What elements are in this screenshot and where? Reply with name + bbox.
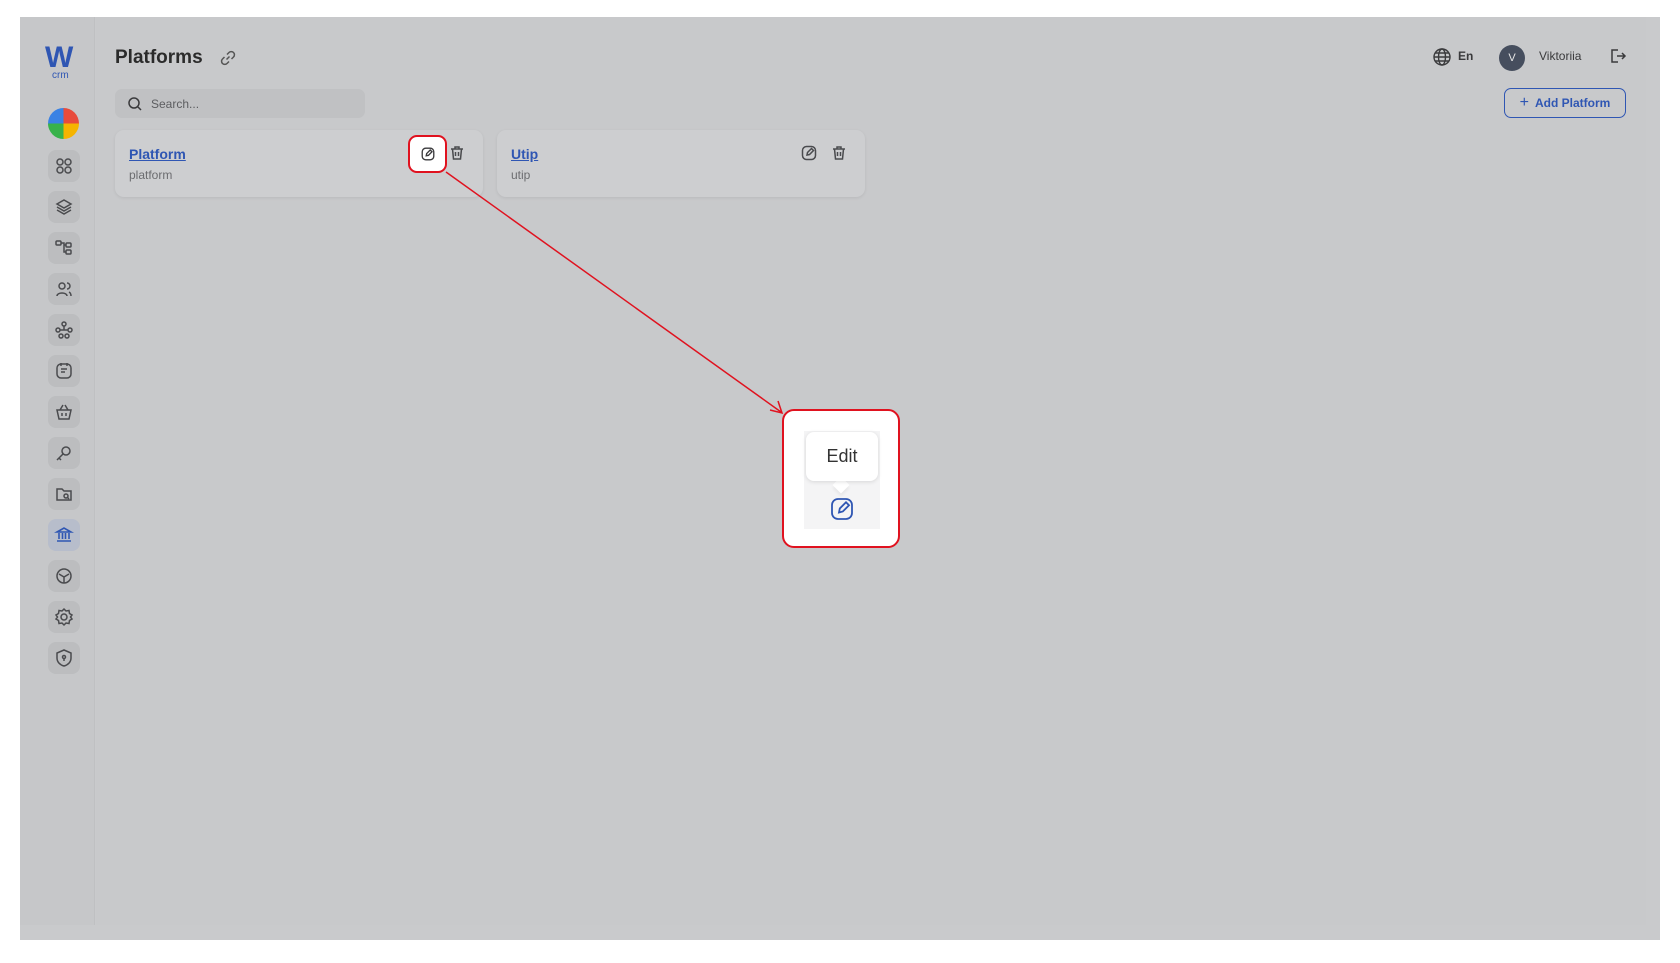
sidebar-item-users[interactable]: [48, 273, 80, 305]
delete-button[interactable]: [830, 144, 848, 162]
sidebar-item-notes[interactable]: [48, 355, 80, 387]
sidebar-item-box[interactable]: [48, 560, 80, 592]
card-subtitle: platform: [129, 168, 173, 182]
edit-tooltip: Edit: [806, 432, 878, 481]
card-title-link[interactable]: Utip: [511, 146, 538, 162]
search-icon: [128, 97, 142, 111]
language-selector[interactable]: En: [1458, 49, 1473, 63]
logo-letter: W: [45, 41, 73, 74]
sidebar-item-folder-search[interactable]: [48, 478, 80, 510]
zoom-callout: Edit: [782, 409, 900, 548]
network-icon: [55, 321, 73, 339]
sidebar-item-hierarchy[interactable]: [48, 232, 80, 264]
sidebar-item-dashboard[interactable]: [48, 150, 80, 182]
plus-icon: +: [1519, 94, 1529, 111]
settings-icon: [54, 607, 74, 627]
shield-icon: [56, 649, 72, 667]
link-icon[interactable]: [219, 49, 237, 67]
box-icon: [56, 568, 72, 584]
edit-icon: [421, 147, 435, 161]
app-logo[interactable]: W crm: [45, 43, 85, 83]
sidebar-item-bank[interactable]: [48, 519, 80, 551]
dashboard-icon: [56, 158, 72, 174]
sidebar-item-basket[interactable]: [48, 396, 80, 428]
key-icon: [56, 446, 71, 461]
edit-icon: [801, 145, 817, 161]
zoomed-edit-button[interactable]: [829, 496, 855, 522]
bank-icon: [54, 527, 74, 542]
sidebar-item-network[interactable]: [48, 314, 80, 346]
avatar[interactable]: V: [1499, 45, 1525, 71]
note-icon: [56, 363, 72, 379]
logout-icon[interactable]: [1609, 47, 1627, 65]
sidebar-item-layers[interactable]: [48, 191, 80, 223]
search-input[interactable]: [151, 93, 351, 114]
color-wheel-icon[interactable]: [48, 108, 79, 139]
sidebar-item-settings[interactable]: [48, 601, 80, 633]
users-icon: [56, 282, 72, 297]
basket-icon: [56, 404, 72, 420]
edit-icon: [831, 498, 853, 520]
logo-subtitle: crm: [52, 70, 69, 81]
page-title: Platforms: [115, 47, 203, 68]
platform-card: Utip utip: [497, 130, 865, 197]
sidebar-item-keys[interactable]: [48, 437, 80, 469]
trash-icon: [451, 146, 463, 160]
sidebar-item-security[interactable]: [48, 642, 80, 674]
delete-button[interactable]: [448, 144, 466, 162]
card-subtitle: utip: [511, 168, 531, 182]
layers-icon: [55, 199, 73, 215]
globe-icon[interactable]: [1432, 47, 1452, 67]
username[interactable]: Viktoriia: [1539, 49, 1581, 63]
trash-icon: [833, 146, 845, 160]
search-bar[interactable]: [115, 89, 365, 118]
edit-button-highlighted[interactable]: [408, 135, 447, 173]
folder-search-icon: [56, 488, 72, 501]
card-title-link[interactable]: Platform: [129, 146, 186, 162]
add-platform-label: Add Platform: [1535, 96, 1611, 110]
add-platform-button[interactable]: + Add Platform: [1504, 88, 1626, 118]
edit-button[interactable]: [800, 144, 818, 162]
hierarchy-icon: [55, 240, 72, 255]
sidebar: W crm: [20, 17, 95, 925]
